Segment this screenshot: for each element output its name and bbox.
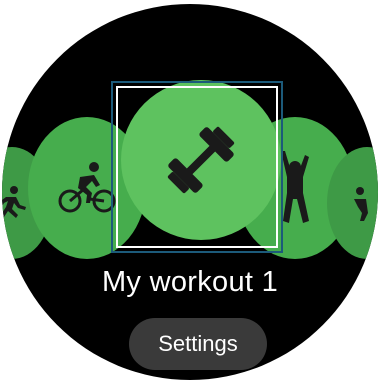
cycling-icon (56, 157, 118, 219)
screen: My workout 1 Settings (0, 0, 379, 385)
workout-item-strength[interactable] (121, 80, 281, 240)
exercise-icon (352, 183, 378, 223)
settings-button[interactable]: Settings (129, 318, 267, 370)
watch-face: My workout 1 Settings (2, 4, 378, 380)
dumbbell-icon (159, 118, 243, 202)
workout-title: My workout 1 (101, 266, 279, 298)
